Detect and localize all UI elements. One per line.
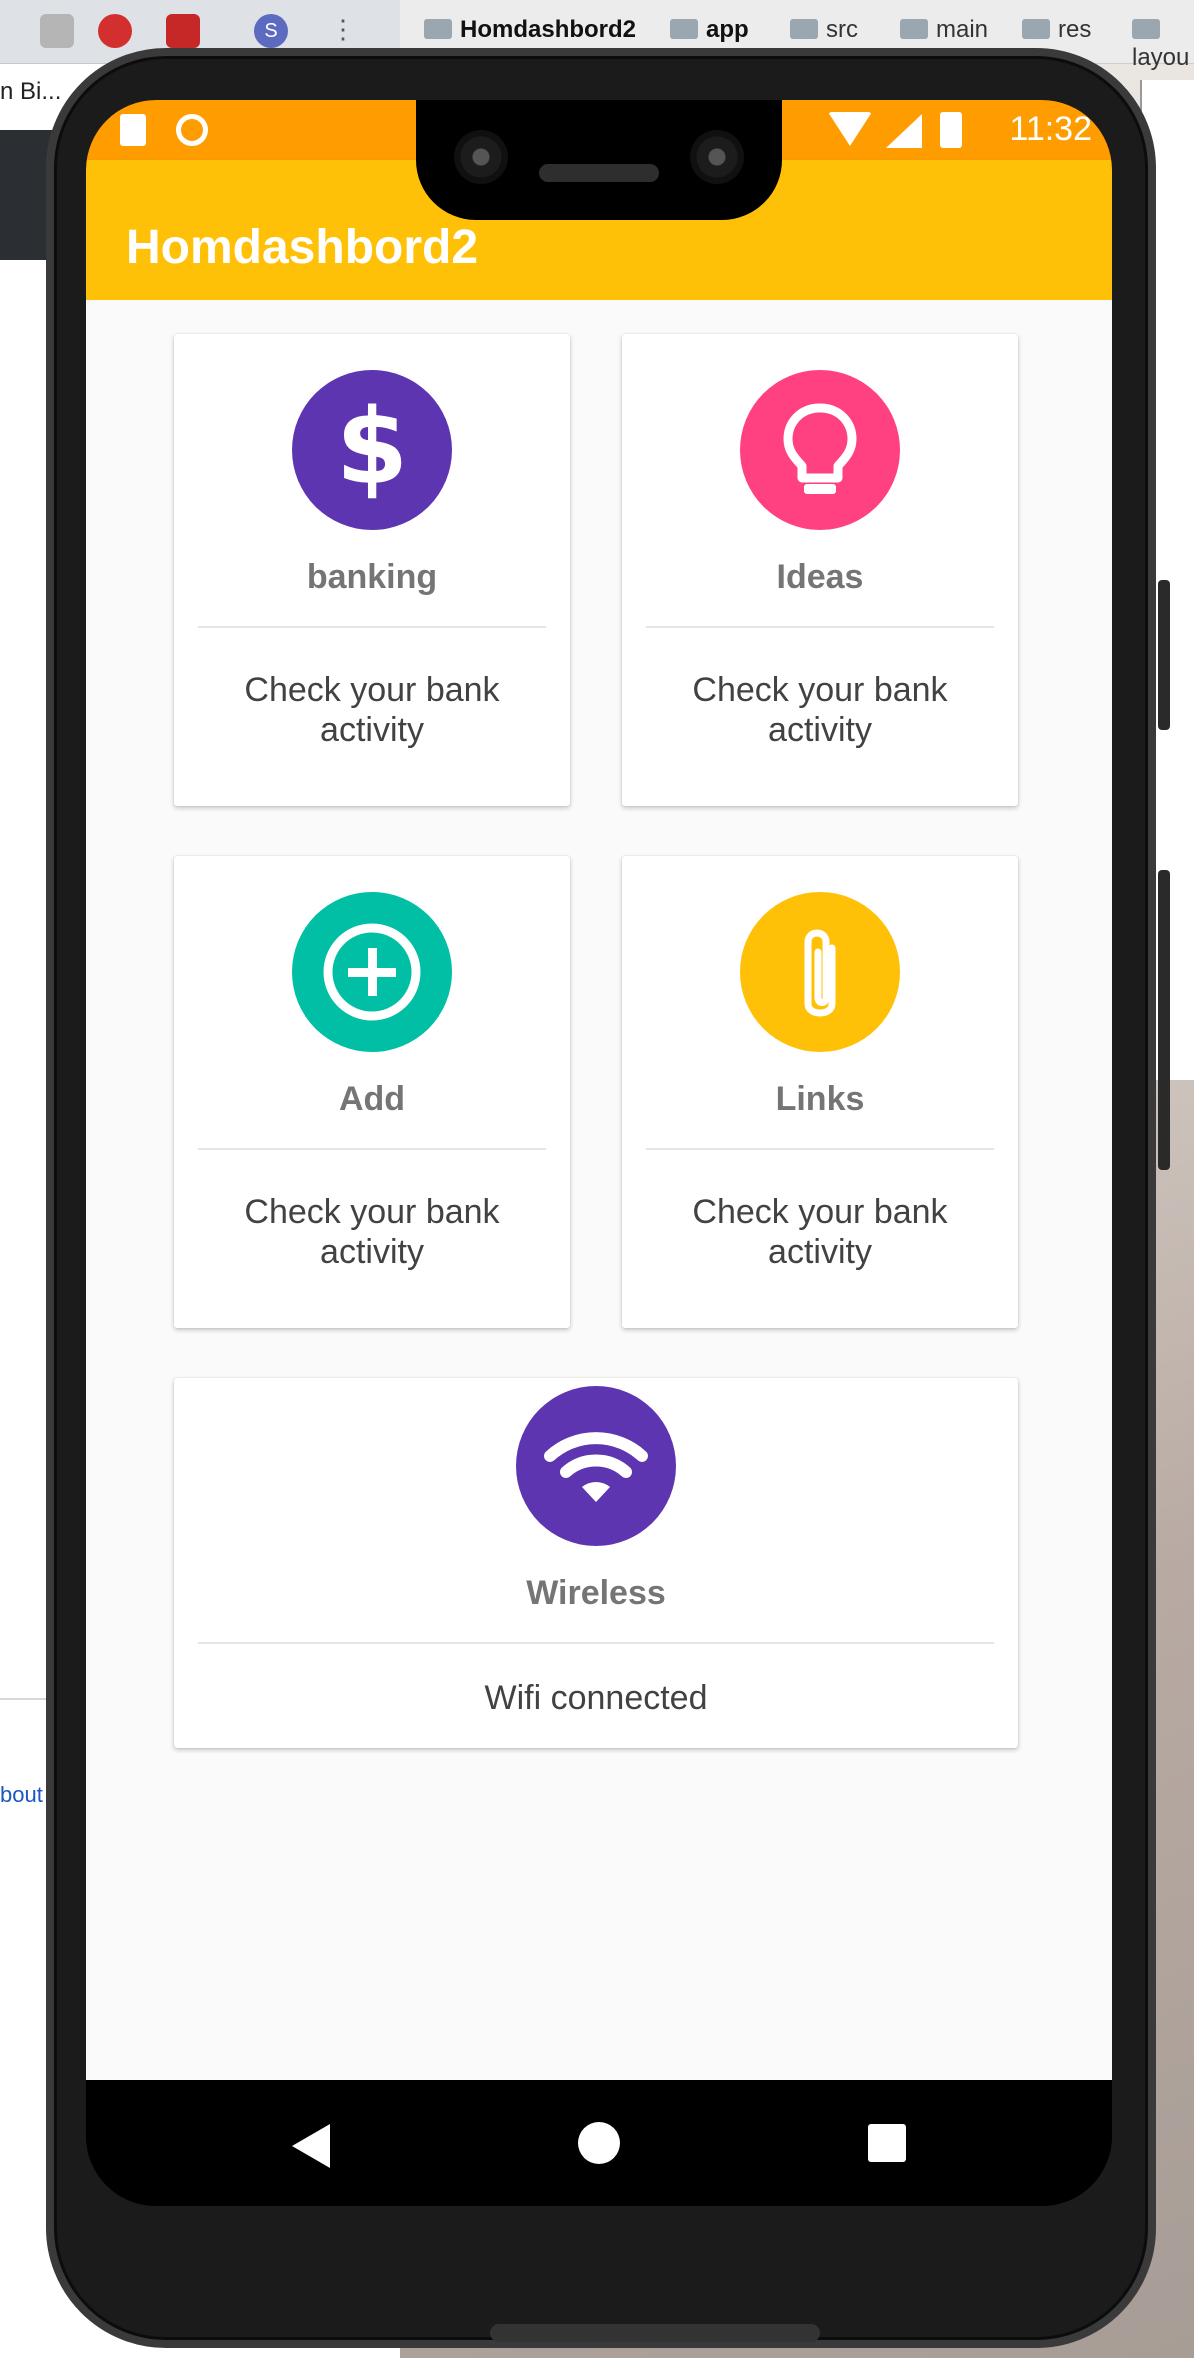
status-clock: 11:32 bbox=[1009, 110, 1092, 148]
card-title: Wireless bbox=[526, 1574, 666, 1612]
browser-bookmark-text[interactable]: n Bi... bbox=[0, 78, 61, 106]
dashboard-content: $ banking Check your bank activity Ideas… bbox=[86, 300, 1112, 2080]
breadcrumb-item[interactable]: res bbox=[1022, 16, 1091, 44]
card-description: Check your bank activity bbox=[244, 1193, 500, 1271]
card-title: Ideas bbox=[776, 558, 864, 596]
display-notch bbox=[416, 100, 782, 220]
wifi-icon bbox=[828, 112, 872, 146]
folder-icon bbox=[790, 19, 818, 39]
status-right-icons: 11:32 bbox=[772, 108, 1092, 152]
volume-button bbox=[1158, 870, 1170, 1170]
breadcrumb-item[interactable]: src bbox=[790, 16, 858, 44]
folder-icon bbox=[1132, 19, 1160, 39]
folder-icon bbox=[900, 19, 928, 39]
wifi-icon bbox=[516, 1386, 676, 1546]
folder-icon bbox=[670, 19, 698, 39]
card-title: Add bbox=[338, 1080, 406, 1118]
card-title: Links bbox=[775, 1080, 865, 1118]
abp-icon[interactable] bbox=[166, 14, 200, 48]
navigation-bar bbox=[86, 2080, 1112, 2206]
card-divider bbox=[646, 1148, 994, 1150]
battery-icon bbox=[940, 112, 962, 148]
card-divider bbox=[198, 1148, 546, 1150]
card-divider bbox=[198, 626, 546, 628]
card-description: Wifi connected bbox=[484, 1679, 708, 1717]
breadcrumb-item[interactable]: Homdashbord2 bbox=[424, 16, 636, 44]
breadcrumb-item[interactable]: main bbox=[900, 16, 988, 44]
card-wireless[interactable]: Wireless Wifi connected bbox=[174, 1378, 1018, 1748]
card-ideas[interactable]: Ideas Check your bank activity bbox=[622, 334, 1018, 806]
front-camera bbox=[454, 130, 508, 184]
app-title: Homdashbord2 bbox=[126, 221, 479, 274]
phone-screen: 11:32 Homdashbord2 $ banking Check your … bbox=[86, 100, 1112, 2206]
card-links[interactable]: Links Check your bank activity bbox=[622, 856, 1018, 1328]
sync-icon bbox=[176, 114, 208, 146]
card-title: banking bbox=[306, 558, 438, 596]
card-divider bbox=[646, 626, 994, 628]
adblock-icon[interactable] bbox=[98, 14, 132, 48]
paperclip-icon bbox=[740, 892, 900, 1052]
extension-icon[interactable] bbox=[40, 14, 74, 48]
kebab-icon[interactable]: ⋮ bbox=[330, 14, 356, 45]
card-divider bbox=[198, 1642, 994, 1644]
recents-icon[interactable] bbox=[868, 2124, 906, 2162]
breadcrumb-item[interactable]: layou bbox=[1132, 16, 1194, 72]
earpiece-speaker bbox=[539, 164, 659, 182]
card-add[interactable]: Add Check your bank activity bbox=[174, 856, 570, 1328]
front-camera bbox=[690, 130, 744, 184]
folder-icon bbox=[1022, 19, 1050, 39]
dollar-icon: $ bbox=[292, 370, 452, 530]
home-icon[interactable] bbox=[578, 2122, 620, 2164]
bottom-speaker bbox=[490, 2324, 820, 2342]
svg-text:$: $ bbox=[336, 386, 408, 508]
folder-icon bbox=[424, 19, 452, 39]
card-description: Check your bank activity bbox=[244, 671, 500, 749]
card-description: Check your bank activity bbox=[692, 1193, 948, 1271]
signal-icon bbox=[886, 114, 922, 148]
power-button bbox=[1158, 580, 1170, 730]
card-description: Check your bank activity bbox=[692, 671, 948, 749]
lightbulb-icon bbox=[740, 370, 900, 530]
about-link[interactable]: bout bbox=[0, 1782, 43, 1808]
add-circle-icon bbox=[292, 892, 452, 1052]
profile-avatar[interactable]: S bbox=[254, 14, 288, 48]
breadcrumb-item[interactable]: app bbox=[670, 16, 749, 44]
card-banking[interactable]: $ banking Check your bank activity bbox=[174, 334, 570, 806]
back-icon[interactable] bbox=[292, 2124, 330, 2168]
sd-card-icon bbox=[120, 114, 146, 146]
